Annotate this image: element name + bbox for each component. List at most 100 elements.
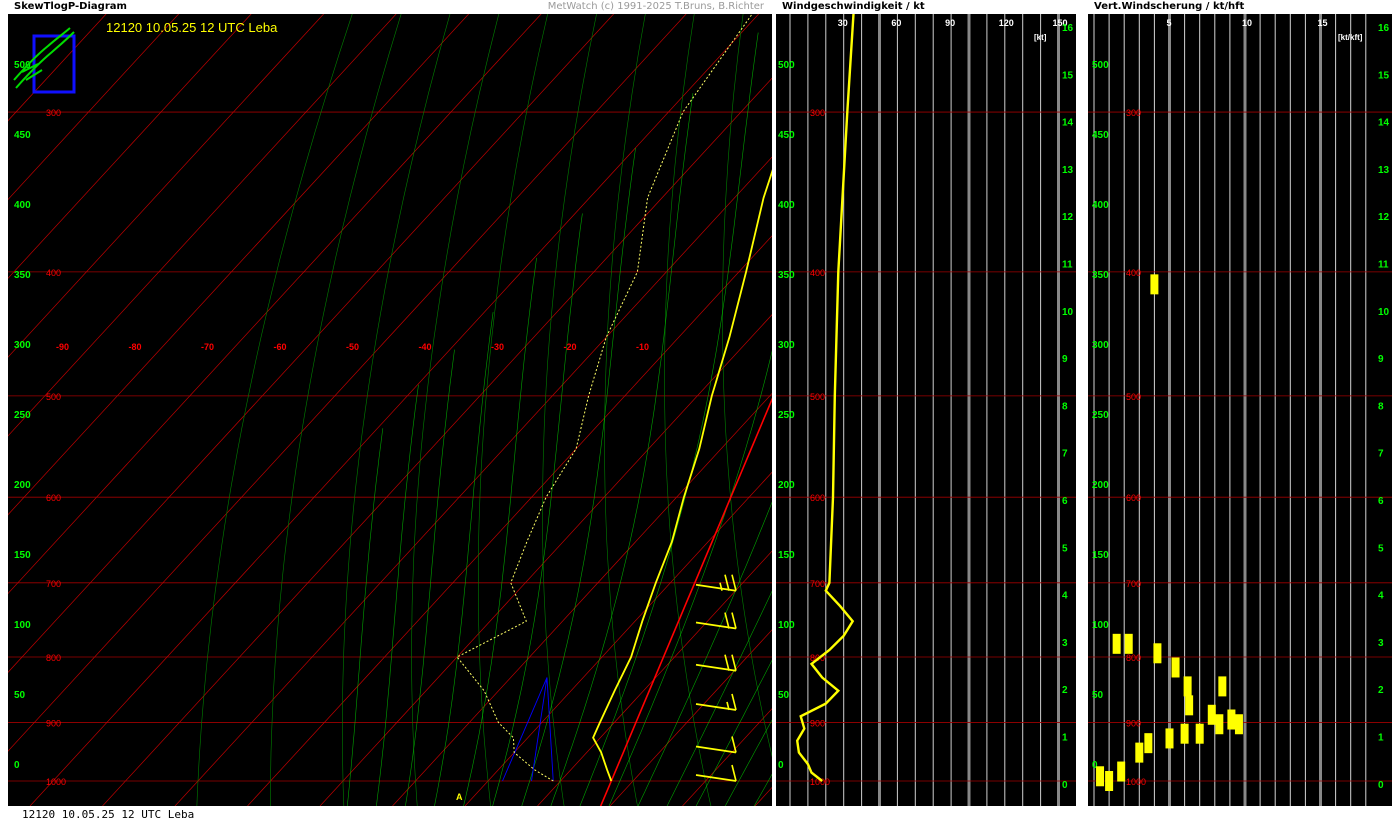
parcel-marker: A: [456, 792, 463, 802]
height-axis-label: 300: [14, 340, 31, 351]
speed-tick-label: 120: [999, 18, 1014, 28]
isotherm-line: [174, 156, 772, 806]
km-axis-label: 7: [1378, 449, 1384, 460]
height-axis-label: 450: [778, 130, 795, 141]
height-axis-label: 300: [778, 340, 795, 351]
moist-adiabat: [753, 773, 772, 806]
pressure-label: 900: [1126, 718, 1141, 728]
km-axis-label: 13: [1062, 165, 1074, 176]
isotherm-line: [319, 314, 772, 806]
km-axis-label: 9: [1062, 354, 1068, 365]
height-axis-label: 150: [1092, 550, 1109, 561]
lcl-construction-line: [502, 677, 548, 782]
height-axis-label: 450: [1092, 130, 1109, 141]
wind-barb: [695, 703, 737, 711]
wind-barb-feather: [731, 764, 737, 782]
height-axis-label: 200: [1092, 480, 1109, 491]
isotherm-label: -90: [56, 342, 69, 352]
pressure-label: 700: [810, 579, 825, 589]
km-axis-label: 4: [1062, 591, 1068, 602]
shear-point: [1218, 676, 1227, 697]
isotherm-label: -10: [636, 342, 649, 352]
isotherm-label: -40: [419, 342, 432, 352]
isotherm-line: [8, 14, 542, 595]
dewpoint-profile: [456, 14, 753, 782]
shear-point: [1105, 771, 1114, 791]
shear-point: [1183, 676, 1192, 697]
credit-text: MetWatch (c) 1991-2025 T.Bruns, B.Richte…: [547, 1, 764, 12]
pressure-label: 900: [810, 718, 825, 728]
pressure-label: 600: [1126, 493, 1141, 503]
height-axis-label: 350: [778, 270, 795, 281]
dry-adiabat: [604, 14, 646, 806]
wind-barb-feather: [731, 612, 737, 629]
pressure-label: 800: [46, 653, 61, 663]
station-label: 12120 10.05.25 12 UTC Leba: [106, 20, 278, 35]
height-axis-label: 200: [778, 480, 795, 491]
isotherm-line: [609, 629, 772, 806]
skewt-chart: 5004504003503002502001501005002003004005…: [8, 14, 772, 806]
shear-point: [1195, 723, 1204, 744]
footer-station: 12120 10.05.25 12 UTC Leba: [22, 808, 195, 821]
isotherm-line: [102, 77, 772, 806]
km-axis-label: 14: [1062, 118, 1074, 129]
km-axis-label: 8: [1062, 401, 1068, 412]
skewt-title-bar: SkewTlogP-Diagram MetWatch (c) 1991-2025…: [8, 0, 772, 14]
height-axis-label: 500: [778, 60, 795, 71]
moist-adiabat: [434, 312, 494, 806]
shear-tick-label: 15: [1318, 18, 1328, 28]
moist-adiabat: [608, 350, 772, 806]
pressure-label: 300: [810, 108, 825, 118]
shear-panel: 5 10 15 [kt/kft] 500 450 400 350 300 250 200 150 100…: [1088, 14, 1392, 806]
isotherm-line: [537, 550, 772, 806]
km-axis-label: 2: [1378, 685, 1384, 696]
height-axis-label: 400: [14, 200, 31, 211]
wind-barb: [695, 583, 737, 592]
wind-title-bar: Windgeschwindigkeit / kt: [776, 0, 1076, 14]
shear-title: Vert.Windscherung / kt/hft: [1094, 1, 1245, 12]
pressure-label: 600: [46, 493, 61, 503]
height-axis-label: 50: [1092, 690, 1104, 701]
shear-point: [1165, 728, 1174, 749]
dry-adiabat: [722, 14, 772, 758]
height-axis-label: 150: [778, 550, 795, 561]
pressure-label: 500: [46, 392, 61, 402]
height-axis-label: 500: [1092, 60, 1109, 71]
km-axis-label: 2: [1062, 685, 1068, 696]
km-axis-label: 0: [1062, 780, 1068, 791]
wind-speed-chart: 30 60 90 120 150[kt]500450400350300250200150…: [776, 14, 1076, 806]
speed-tick-label: 30: [838, 18, 848, 28]
shear-point: [1117, 761, 1126, 782]
km-axis-label: 3: [1062, 638, 1068, 649]
km-axis-label: 8: [1378, 401, 1384, 412]
moist-adiabat: [405, 349, 455, 806]
dry-adiabat: [477, 14, 548, 806]
km-axis-label: 9: [1378, 354, 1384, 365]
pressure-label: 900: [46, 718, 61, 728]
height-axis-label: 250: [14, 410, 31, 421]
shear-point: [1180, 723, 1189, 744]
shear-unit-label: [kt/kft]: [1338, 33, 1363, 42]
shear-point: [1207, 704, 1216, 725]
pressure-label: 500: [1126, 392, 1141, 402]
shear-point: [1185, 695, 1194, 716]
isotherm-line: [247, 235, 772, 806]
isotherm-label: -50: [346, 342, 359, 352]
pressure-label: 500: [810, 392, 825, 402]
km-axis-label: 11: [1378, 260, 1389, 271]
km-axis-label: 6: [1062, 496, 1068, 507]
skewt-title: SkewTlogP-Diagram: [14, 1, 127, 12]
km-axis-label: 16: [1062, 23, 1074, 34]
km-axis-label: 11: [1062, 260, 1073, 271]
pressure-label: 400: [46, 268, 61, 278]
pressure-label: 400: [810, 268, 825, 278]
wind-panel: 30 60 90 120 150 [kt] 500 450 400 350 300 250 200 150…: [776, 14, 1076, 806]
isotherm-line: [29, 14, 759, 806]
height-axis-label: 250: [1092, 410, 1109, 421]
moist-adiabat: [724, 719, 772, 806]
pressure-label: 700: [46, 579, 61, 589]
km-axis-label: 3: [1378, 638, 1384, 649]
pressure-label: 700: [1126, 579, 1141, 589]
moist-adiabat: [346, 428, 384, 806]
km-axis-label: 6: [1378, 496, 1384, 507]
